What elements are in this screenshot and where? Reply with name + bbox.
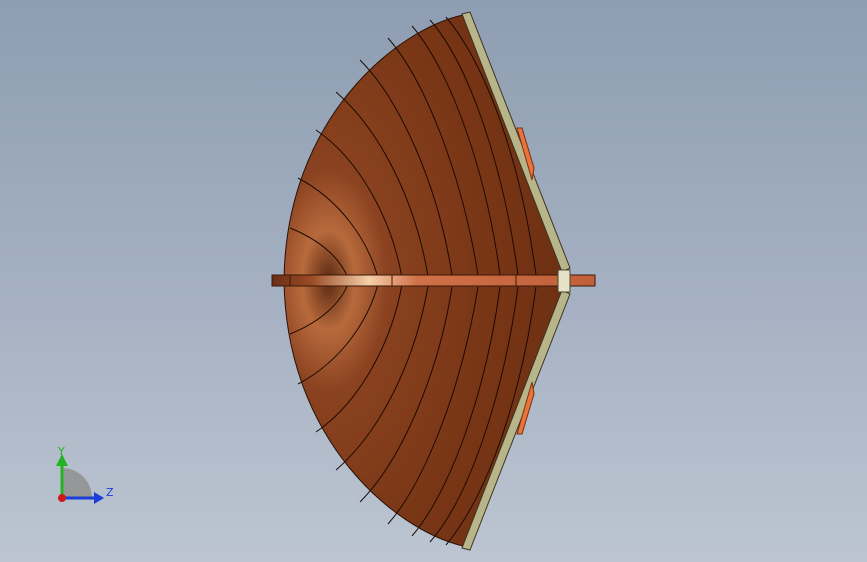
z-axis-label: Z [106,486,114,499]
triad-xy-plane-icon [62,468,92,498]
x-axis-icon [58,494,66,502]
y-axis-label: Y [57,445,65,458]
graphics-viewport[interactable]: Y Z [0,0,867,562]
feed-rod [271,274,596,287]
orientation-triad: Y Z [56,445,114,504]
feed-connector [557,269,571,293]
horn-antenna-model[interactable] [0,0,867,562]
